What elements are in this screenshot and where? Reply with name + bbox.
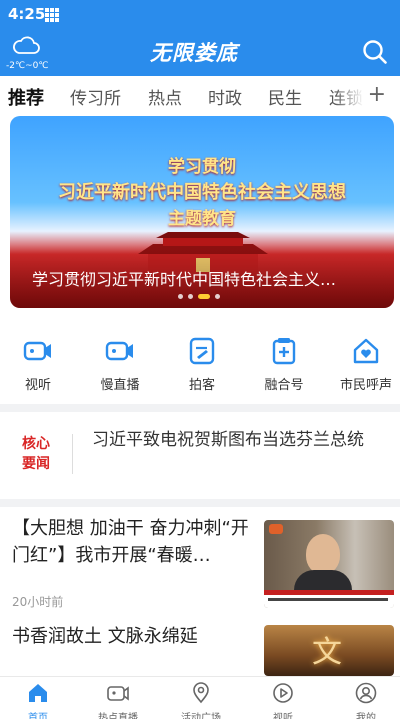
banner-headline-line3: 主题教育: [168, 209, 236, 229]
nav-label: 热点直播: [98, 713, 138, 719]
caption-strip-bar: [264, 590, 394, 595]
banner-caption: 学习贯彻习近平新时代中国特色社会主义…: [32, 270, 337, 289]
location-pin-icon: [193, 682, 209, 704]
news-title: 【大胆想 加油干 奋力冲刺“开门红”】我市开展“春暖…: [12, 518, 249, 566]
news-title: 书香润故土 文脉永绵延: [12, 626, 198, 647]
video-camera-icon: [105, 341, 133, 361]
tv-station-logo: [269, 524, 283, 534]
weather-temp: -2℃~0℃: [6, 61, 49, 71]
quick-item-paike[interactable]: 拍客: [170, 330, 234, 400]
status-time: 4:25: [8, 5, 46, 23]
nav-shiting[interactable]: 视听: [243, 681, 323, 719]
news-item[interactable]: 书香润故土 文脉永绵延 文: [0, 619, 400, 676]
channel-tabs: 推荐 传习所 热点 时政 民生 连锁 +: [0, 76, 400, 116]
core-news-card[interactable]: 核心 要闻 习近平致电祝贺斯图布当选芬兰总统: [0, 412, 400, 498]
quick-item-label: 慢直播: [100, 378, 140, 393]
nav-mine[interactable]: 我的: [326, 681, 400, 719]
weather-widget[interactable]: -2℃~0℃: [6, 34, 50, 74]
nav-label: 我的: [356, 713, 376, 719]
news-time: 20小时前: [12, 595, 64, 609]
tab-hot[interactable]: 热点: [148, 84, 182, 109]
tab-livelihood[interactable]: 民生: [268, 84, 302, 109]
news-thumbnail: 文: [264, 625, 394, 676]
news-item[interactable]: 【大胆想 加油干 奋力冲刺“开门红”】我市开展“春暖… 20小时前: [0, 507, 400, 619]
quick-item-ronghehao[interactable]: 融合号: [252, 330, 316, 400]
thumbnail-glyph: 文: [312, 635, 342, 670]
app-logo: 无限娄底: [150, 41, 238, 65]
plus-card-icon: [272, 338, 296, 365]
nav-hot-live[interactable]: 热点直播: [78, 681, 158, 719]
nav-label: 首页: [28, 713, 48, 719]
tab-chuanxisuo[interactable]: 传习所: [70, 84, 121, 109]
carousel-dot: [188, 294, 193, 299]
interviewee-face: [306, 534, 340, 574]
quick-item-label: 拍客: [188, 378, 215, 393]
quick-item-label: 融合号: [264, 378, 304, 393]
badge-line1: 核心: [22, 436, 50, 452]
quick-item-shiting[interactable]: 视听: [6, 330, 70, 400]
banner-carousel[interactable]: 学习贯彻 习近平新时代中国特色社会主义思想 主题教育 学习贯彻习近平新时代中国特…: [10, 116, 394, 308]
core-news-badge: 核心 要闻: [22, 434, 56, 474]
nav-activity[interactable]: 活动广场: [161, 681, 241, 719]
quick-item-label: 市民呼声: [339, 378, 392, 393]
badge-divider: [72, 434, 73, 474]
camera-icon: [23, 341, 51, 361]
core-news-text: 习近平致电祝贺斯图布当选芬兰总统: [92, 430, 364, 450]
nav-home[interactable]: 首页: [0, 681, 78, 719]
tab-politics[interactable]: 时政: [208, 84, 242, 109]
user-icon: [355, 682, 377, 704]
home-heart-icon: [353, 338, 379, 364]
nav-label: 视听: [273, 713, 293, 719]
caption-strip-text: [268, 598, 388, 601]
tabs-fade: [334, 76, 364, 116]
nav-label: 活动广场: [181, 713, 221, 719]
search-icon[interactable]: [362, 39, 388, 65]
bottom-navigation: 首页 热点直播 活动广场 视听 我的: [0, 676, 400, 719]
cloud-icon: [13, 36, 40, 54]
quick-item-citizen-voice[interactable]: 市民呼声: [334, 330, 398, 400]
section-divider: [0, 499, 400, 507]
play-circle-icon: [273, 683, 293, 703]
carousel-dot: [215, 294, 220, 299]
badge-line2: 要闻: [22, 456, 50, 472]
live-camera-icon: [107, 686, 129, 701]
app-grid-icon: [45, 8, 59, 22]
status-bar: 4:25: [0, 0, 400, 28]
quick-item-slow-live[interactable]: 慢直播: [88, 330, 152, 400]
carousel-dot-active: [198, 294, 210, 299]
edit-icon: [189, 337, 215, 365]
add-channel-button[interactable]: +: [368, 82, 386, 107]
quick-menu: 视听 慢直播 拍客 融合号 市民呼声: [0, 330, 400, 402]
tv-caption-strip: [264, 590, 394, 608]
quick-item-label: 视听: [24, 378, 51, 393]
news-thumbnail: [264, 520, 394, 608]
section-divider: [0, 404, 400, 412]
home-icon: [29, 684, 47, 702]
banner-headline-line2: 习近平新时代中国特色社会主义思想: [58, 182, 346, 203]
banner-headline-line1: 学习贯彻: [168, 157, 236, 177]
carousel-dot: [178, 294, 183, 299]
app-header: -2℃~0℃ 无限娄底: [0, 28, 400, 76]
tab-recommend[interactable]: 推荐: [8, 84, 44, 110]
